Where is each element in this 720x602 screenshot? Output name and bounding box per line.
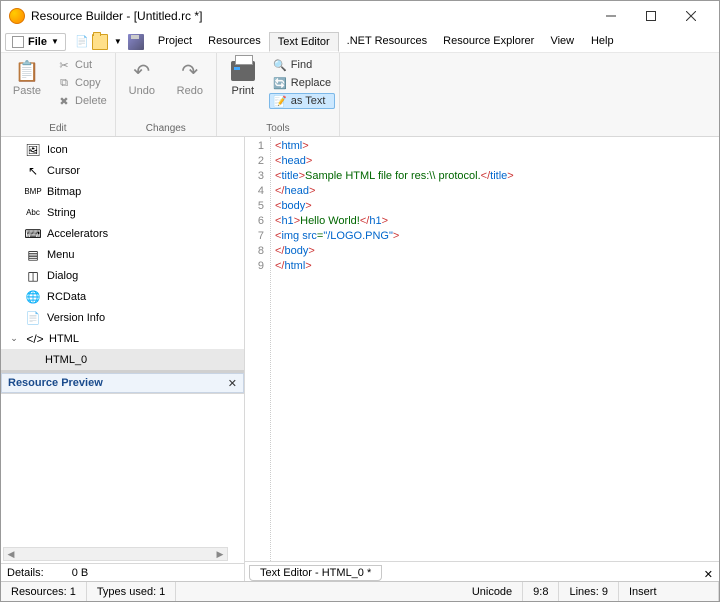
menu-tab-view[interactable]: View — [542, 32, 582, 51]
status-encoding: Unicode — [462, 582, 523, 601]
file-icon — [12, 36, 24, 48]
tree-icon: ⌨ — [25, 226, 41, 242]
file-label: File — [28, 36, 47, 48]
delete-button[interactable]: ✖Delete — [53, 93, 111, 109]
cut-icon: ✂ — [57, 58, 71, 72]
group-tools-label: Tools — [266, 123, 289, 136]
html-icon: </> — [27, 331, 43, 347]
editor-tab-bar: Text Editor - HTML_0 * ✕ — [245, 561, 719, 581]
undo-button[interactable]: ↶Undo — [120, 55, 164, 97]
tree-icon: 🖼 — [25, 142, 41, 158]
status-bar: Resources: 1 Types used: 1 Unicode 9:8 L… — [1, 581, 719, 601]
chevron-down-icon[interactable]: ⌄ — [7, 333, 21, 344]
tree-icon: 📄 — [25, 310, 41, 326]
tree-item-string[interactable]: AbcString — [1, 202, 244, 223]
menu-tab-project[interactable]: Project — [150, 32, 200, 51]
preview-title: Resource Preview — [8, 377, 103, 389]
editor-pane: 123456789 <html><head><title>Sample HTML… — [245, 137, 719, 581]
menu-tab-resource-explorer[interactable]: Resource Explorer — [435, 32, 542, 51]
window-title: Resource Builder - [Untitled.rc *] — [31, 9, 591, 23]
tree-item-html-0[interactable]: HTML_0 — [1, 349, 244, 370]
group-edit: 📋 Paste ✂Cut ⧉Copy ✖Delete Edit — [1, 53, 116, 136]
as-text-button[interactable]: 📝as Text — [269, 93, 335, 109]
file-menu[interactable]: File ▼ — [5, 33, 66, 51]
redo-icon: ↷ — [176, 57, 204, 85]
print-button[interactable]: Print — [221, 55, 265, 97]
copy-icon: ⧉ — [57, 76, 71, 90]
tree-icon: ↖ — [25, 163, 41, 179]
tree-item-bitmap[interactable]: BMPBitmap — [1, 181, 244, 202]
maximize-button[interactable] — [631, 2, 671, 30]
code-editor[interactable]: 123456789 <html><head><title>Sample HTML… — [245, 137, 719, 561]
replace-icon: 🔄 — [273, 76, 287, 90]
menu-tab-text-editor[interactable]: Text Editor — [269, 32, 339, 52]
tree-item-dialog[interactable]: ◫Dialog — [1, 265, 244, 286]
print-icon — [229, 57, 257, 85]
qat-caret[interactable]: ▼ — [110, 34, 126, 50]
status-pos: 9:8 — [523, 582, 559, 601]
menu-tab-resources[interactable]: Resources — [200, 32, 269, 51]
undo-icon: ↶ — [128, 57, 156, 85]
find-icon: 🔍 — [273, 58, 287, 72]
group-changes: ↶Undo ↷Redo Changes — [116, 53, 217, 136]
tree-item-accelerators[interactable]: ⌨Accelerators — [1, 223, 244, 244]
tree-icon: 🌐 — [25, 289, 41, 305]
code-lines[interactable]: <html><head><title>Sample HTML file for … — [271, 137, 514, 561]
minimize-button[interactable] — [591, 2, 631, 30]
editor-tab-close-icon[interactable]: ✕ — [698, 568, 719, 581]
save-icon[interactable] — [128, 34, 144, 50]
replace-button[interactable]: 🔄Replace — [269, 75, 335, 91]
details-label: Details: — [7, 567, 44, 579]
preview-header: Resource Preview ✕ — [1, 373, 244, 393]
menubar: File ▼ 📄 ▼ ProjectResourcesText Editor.N… — [1, 31, 719, 53]
main-area: 🖼Icon↖CursorBMPBitmapAbcString⌨Accelerat… — [1, 137, 719, 581]
preview-scrollbar[interactable]: ◀▶ — [3, 547, 228, 561]
group-changes-label: Changes — [146, 123, 186, 136]
caret-icon: ▼ — [51, 37, 59, 46]
details-value: 0 B — [72, 567, 89, 579]
find-button[interactable]: 🔍Find — [269, 57, 335, 73]
menu-tab--net-resources[interactable]: .NET Resources — [339, 32, 436, 51]
redo-button[interactable]: ↷Redo — [168, 55, 212, 97]
resource-tree[interactable]: 🖼Icon↖CursorBMPBitmapAbcString⌨Accelerat… — [1, 137, 244, 373]
open-icon[interactable] — [92, 34, 108, 50]
preview-close-icon[interactable]: ✕ — [228, 377, 237, 390]
editor-tab[interactable]: Text Editor - HTML_0 * — [249, 565, 382, 581]
tree-item-icon[interactable]: 🖼Icon — [1, 139, 244, 160]
paste-icon: 📋 — [13, 57, 41, 85]
menu-tab-help[interactable]: Help — [582, 32, 622, 51]
status-mode: Insert — [619, 582, 719, 601]
tree-item-cursor[interactable]: ↖Cursor — [1, 160, 244, 181]
titlebar: Resource Builder - [Untitled.rc *] — [1, 1, 719, 31]
tree-item-rcdata[interactable]: 🌐RCData — [1, 286, 244, 307]
line-gutter: 123456789 — [245, 137, 271, 561]
cut-button[interactable]: ✂Cut — [53, 57, 111, 73]
paste-button[interactable]: 📋 Paste — [5, 55, 49, 97]
status-types: Types used: 1 — [87, 582, 177, 601]
status-lines: Lines: 9 — [559, 582, 619, 601]
tree-item-version-info[interactable]: 📄Version Info — [1, 307, 244, 328]
tree-item-html[interactable]: ⌄</>HTML — [1, 328, 244, 349]
preview-body: ◀▶ — [1, 393, 244, 563]
tree-icon: ◫ — [25, 268, 41, 284]
tree-icon: BMP — [25, 184, 41, 200]
tree-icon: ▤ — [25, 247, 41, 263]
text-icon: 📝 — [273, 94, 287, 108]
copy-button[interactable]: ⧉Copy — [53, 75, 111, 91]
ribbon: 📋 Paste ✂Cut ⧉Copy ✖Delete Edit ↶Undo ↷R… — [1, 53, 719, 137]
details-bar: Details: 0 B — [1, 563, 244, 581]
delete-icon: ✖ — [57, 94, 71, 108]
close-button[interactable] — [671, 2, 711, 30]
group-tools: Print 🔍Find 🔄Replace 📝as Text Tools — [217, 53, 340, 136]
status-resources: Resources: 1 — [1, 582, 87, 601]
quick-access-toolbar: 📄 ▼ — [74, 34, 144, 50]
tree-item-menu[interactable]: ▤Menu — [1, 244, 244, 265]
group-edit-label: Edit — [49, 123, 66, 136]
app-icon — [9, 8, 25, 24]
tree-icon: Abc — [25, 205, 41, 221]
new-icon[interactable]: 📄 — [74, 34, 90, 50]
left-pane: 🖼Icon↖CursorBMPBitmapAbcString⌨Accelerat… — [1, 137, 245, 581]
